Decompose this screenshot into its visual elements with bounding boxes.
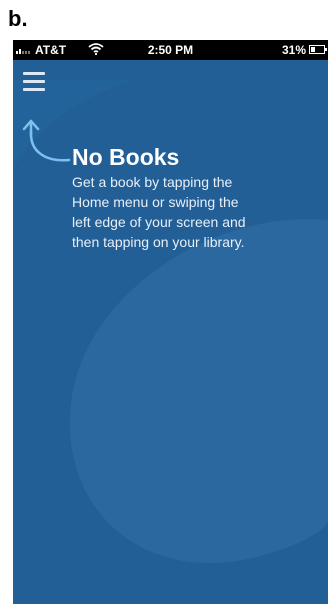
empty-state-line: then tapping on your library.: [72, 234, 245, 250]
empty-state-title: No Books: [72, 144, 180, 170]
battery-fill: [311, 47, 315, 52]
figure-label: b.: [8, 6, 28, 31]
battery-icon: [309, 45, 327, 54]
hamburger-menu-icon[interactable]: [23, 72, 45, 92]
status-time: 2:50 PM: [147, 43, 194, 57]
empty-state-line: Home menu or swiping the: [72, 194, 239, 210]
phone-screen: AT&T 2:50 PM 31% No Books Get a book by …: [13, 40, 328, 604]
empty-state-line: Get a book by tapping the: [72, 174, 233, 190]
empty-state-message: Get a book by tapping the Home menu or s…: [72, 172, 322, 252]
empty-state-line: left edge of your screen and: [72, 214, 246, 230]
status-bar: AT&T 2:50 PM 31%: [13, 40, 328, 60]
battery-percentage: 31%: [281, 43, 306, 57]
